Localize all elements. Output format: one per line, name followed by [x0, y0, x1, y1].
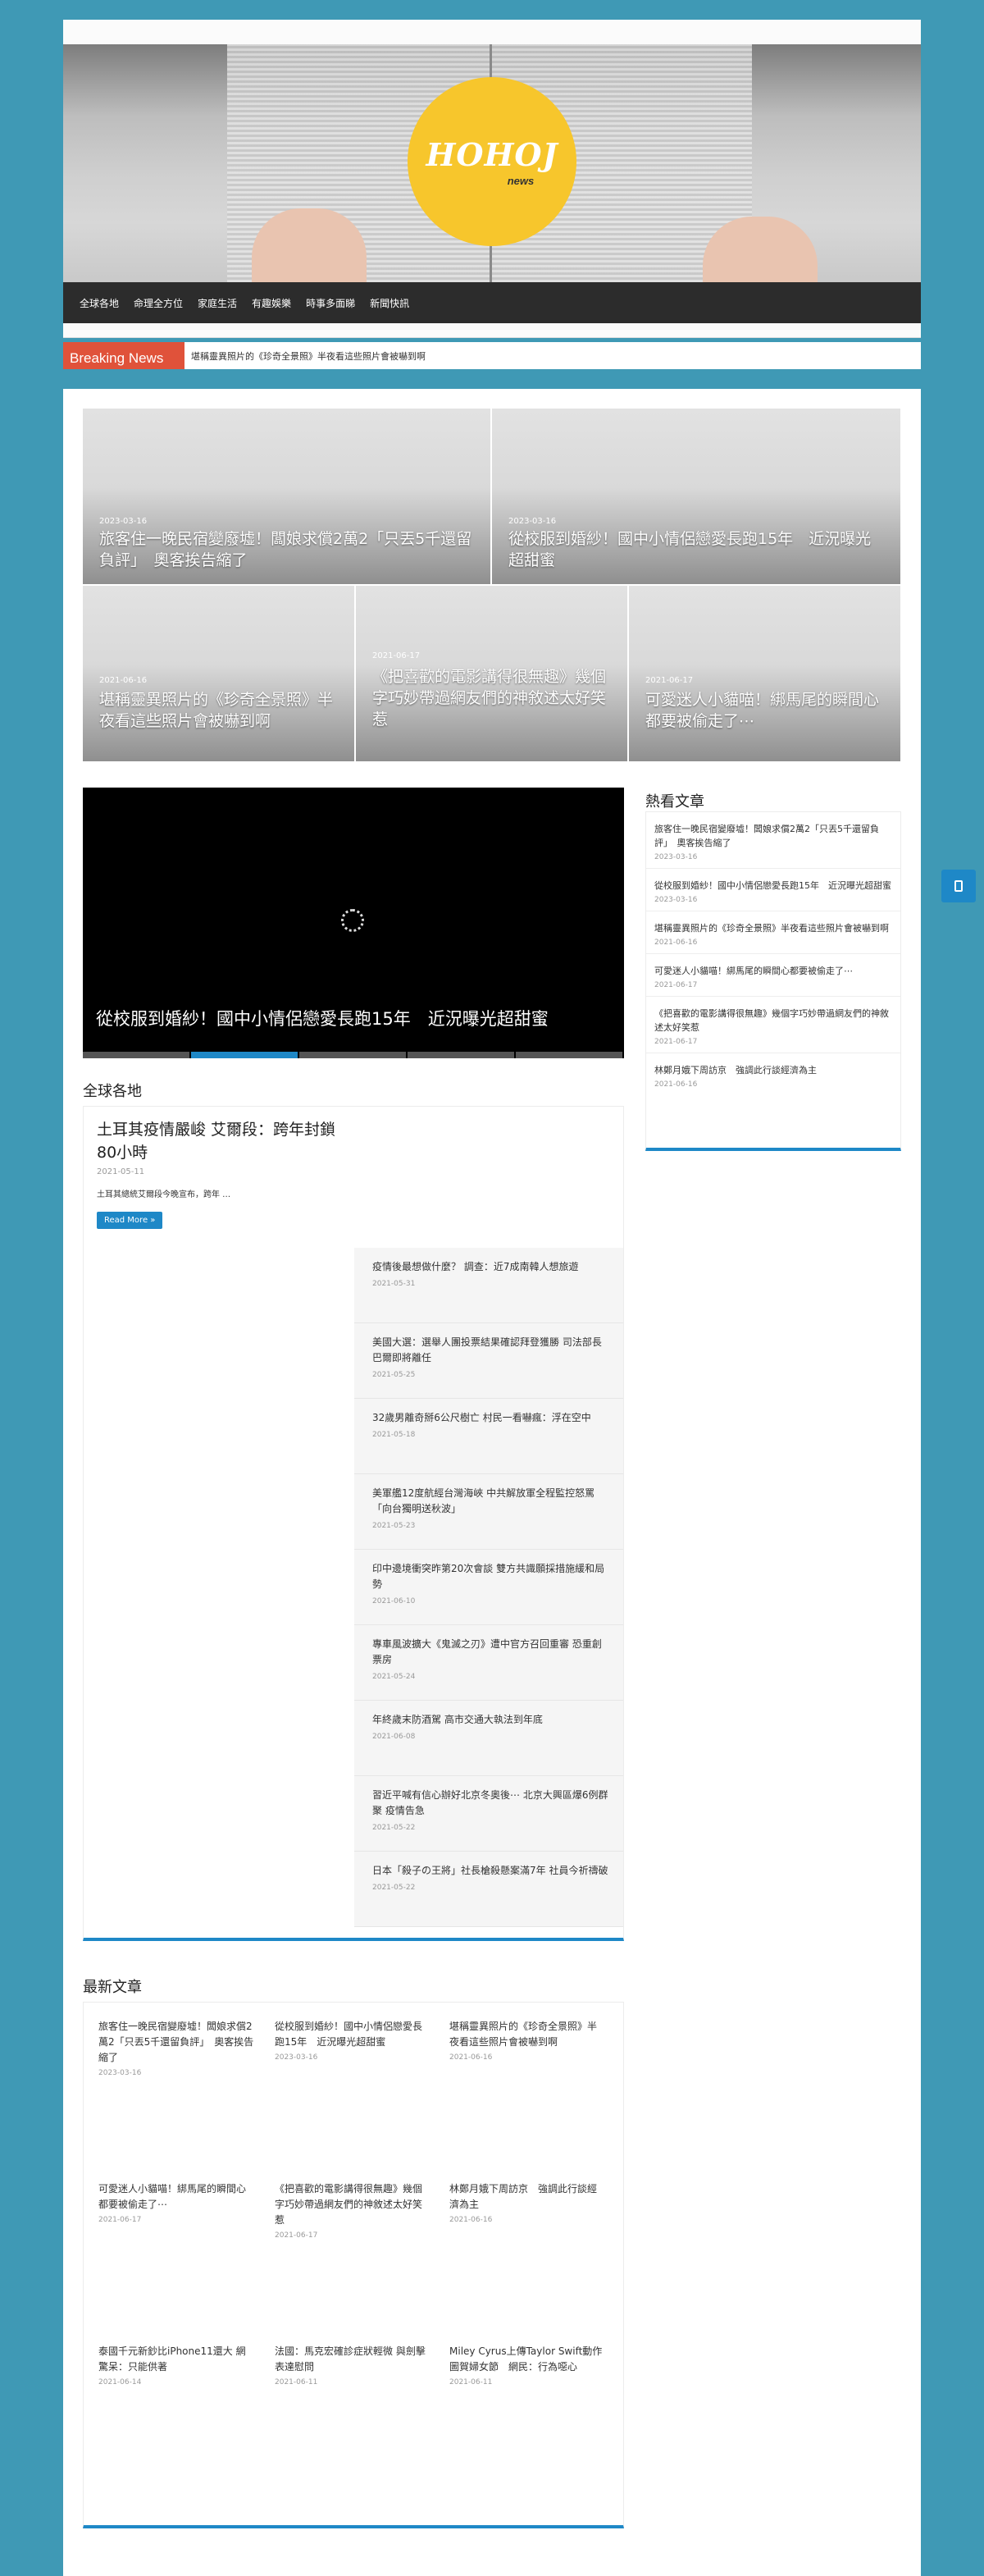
featured-date: 2021-06-17	[645, 676, 694, 685]
featured-date: 2021-06-17	[372, 651, 421, 660]
list-item[interactable]: 從校服到婚紗！國中小情侶戀愛長跑15年 近況曝光超甜蜜 2023-03-16	[275, 2019, 430, 2062]
list-item[interactable]: 美國大選：選舉人團投票結果確認拜登獲勝 司法部長巴爾即將離任 2021-05-25	[354, 1323, 623, 1399]
global-section-heading: 全球各地	[83, 1083, 142, 1100]
list-item[interactable]: 旅客住一晚民宿變廢墟！闆娘求償2萬2「只丟5千還留負評」 奧客挨告縮了 2023-…	[646, 812, 900, 869]
featured-title[interactable]: 堪稱靈異照片的《珍奇全景照》半夜看這些照片會被嚇到啊	[99, 689, 338, 732]
list-item[interactable]: Miley Cyrus上傳Taylor Swift動作圖賀婦女節 網民：行為噁心…	[449, 2344, 605, 2386]
list-item[interactable]: 林鄭月娥下周訪京 強調此行談經濟為主 2021-06-16	[646, 1053, 900, 1095]
list-item[interactable]: 泰國千元新鈔比iPhone11還大 網驚呆：只能供著 2021-06-14	[98, 2344, 254, 2386]
latest-section: 旅客住一晚民宿變廢墟！闆娘求償2萬2「只丟5千還留負評」 奧客挨告縮了 2023-…	[83, 2002, 624, 2528]
logo-subtext: news	[507, 175, 535, 187]
slider-dot[interactable]	[408, 1052, 516, 1058]
header-bottom-strip	[63, 323, 921, 338]
list-item[interactable]: 《把喜歡的電影講得很無趣》幾個字巧妙帶過網友們的神敘述太好笑惹 2021-06-1…	[275, 2181, 430, 2240]
list-item[interactable]: 可愛迷人小貓喵！綁馬尾的瞬間心都要被偷走了⋯ 2021-06-17	[646, 954, 900, 997]
lead-article-date: 2021-05-11	[97, 1167, 145, 1176]
header-banner: HOHOJ news	[63, 44, 921, 282]
list-item[interactable]: 美軍艦12度航經台灣海峽 中共解放軍全程監控怒罵「向台獨明送秋波」 2021-05…	[354, 1474, 623, 1550]
slider-pagination	[83, 1052, 624, 1058]
list-item[interactable]: 可愛迷人小貓喵！綁馬尾的瞬間心都要被偷走了⋯ 2021-06-17	[98, 2181, 254, 2224]
list-item[interactable]: 林鄭月娥下周訪京 強調此行談經濟為主 2021-06-16	[449, 2181, 605, 2224]
list-item[interactable]: 年終歲末防酒駕 高市交通大執法到年底 2021-06-08	[354, 1701, 623, 1776]
lead-article-title[interactable]: 土耳其疫情嚴峻 艾爾段：跨年封鎖80小時	[97, 1118, 343, 1164]
nav-item-entertainment[interactable]: 有趣娛樂	[252, 296, 291, 310]
list-item[interactable]: 堪稱靈異照片的《珍奇全景照》半夜看這些照片會被嚇到啊 2021-06-16	[449, 2019, 605, 2062]
list-item[interactable]: 疫情後最想做什麼？ 調查：近7成南韓人想旅遊 2021-05-31	[354, 1248, 623, 1323]
global-section: 土耳其疫情嚴峻 艾爾段：跨年封鎖80小時 2021-05-11 土耳其總統艾爾段…	[83, 1106, 624, 1941]
list-item[interactable]: 印中邊境衝突昨第20次會談 雙方共識願採措施緩和局勢 2021-06-10	[354, 1550, 623, 1625]
list-item[interactable]: 旅客住一晚民宿變廢墟！闆娘求償2萬2「只丟5千還留負評」 奧客挨告縮了 2023-…	[98, 2019, 254, 2077]
nav-item-global[interactable]: 全球各地	[80, 296, 119, 310]
main-content: 2023-03-16 旅客住一晚民宿變廢墟！闆娘求償2萬2「只丟5千還留負評」 …	[63, 389, 921, 2576]
header-top-strip	[63, 20, 921, 44]
list-item[interactable]: 32歲男離奇掰6公尺樹亡 村民一看嚇瘋：浮在空中 2021-05-18	[354, 1399, 623, 1474]
breaking-news-link[interactable]: 堪稱靈異照片的《珍奇全景照》半夜看這些照片會被嚇到啊	[191, 349, 426, 363]
breaking-news-ticker: Breaking News 堪稱靈異照片的《珍奇全景照》半夜看這些照片會被嚇到啊	[63, 342, 921, 369]
featured-date: 2021-06-16	[99, 676, 148, 685]
featured-title[interactable]: 《把喜歡的電影講得很無趣》幾個字巧妙帶過網友們的神敘述太好笑惹	[372, 666, 611, 730]
list-item[interactable]: 日本「殺子の王將」社長槍殺懸案滿7年 社員今祈禱破 2021-05-22	[354, 1852, 623, 1927]
featured-title[interactable]: 從校服到婚紗！國中小情侶戀愛長跑15年 近況曝光超甜蜜	[508, 528, 884, 571]
list-item[interactable]: 從校服到婚紗！國中小情侶戀愛長跑15年 近況曝光超甜蜜 2023-03-16	[646, 869, 900, 911]
featured-tile[interactable]: 2023-03-16 旅客住一晚民宿變廢墟！闆娘求償2萬2「只丟5千還留負評」 …	[83, 409, 490, 584]
nav-item-news[interactable]: 新聞快訊	[370, 296, 409, 310]
nav-item-fortune[interactable]: 命理全方位	[134, 296, 183, 310]
slider-dot[interactable]	[516, 1052, 624, 1058]
nav-item-current-affairs[interactable]: 時事多面睇	[306, 296, 355, 310]
read-more-button[interactable]: Read More »	[97, 1212, 163, 1229]
list-item[interactable]: 習近平喊有信心辦好北京冬奧後⋯ 北京大興區爆6例群聚 疫情告急 2021-05-2…	[354, 1776, 623, 1852]
latest-section-heading: 最新文章	[83, 1979, 142, 1996]
featured-tile[interactable]: 2021-06-16 堪稱靈異照片的《珍奇全景照》半夜看這些照片會被嚇到啊	[83, 586, 354, 761]
breaking-news-label: Breaking News	[63, 342, 184, 369]
list-item[interactable]: 法國：馬克宏確診症狀輕微 與劍擊表達慰問 2021-06-11	[275, 2344, 430, 2386]
document-icon	[954, 880, 963, 892]
slider-title[interactable]: 從校服到婚紗！國中小情侶戀愛長跑15年 近況曝光超甜蜜	[96, 1006, 549, 1030]
hot-articles-heading: 熱看文章	[645, 793, 704, 811]
featured-title[interactable]: 可愛迷人小貓喵！綁馬尾的瞬間心都要被偷走了⋯	[645, 689, 884, 732]
list-item[interactable]: 專車風波擴大《鬼滅之刃》遭中官方召回重審 恐重創票房 2021-05-24	[354, 1625, 623, 1701]
featured-date: 2023-03-16	[508, 517, 557, 526]
slider-dot[interactable]	[299, 1052, 408, 1058]
featured-tile[interactable]: 2021-06-17 可愛迷人小貓喵！綁馬尾的瞬間心都要被偷走了⋯	[629, 586, 900, 761]
floating-share-button[interactable]	[941, 870, 976, 902]
featured-tile[interactable]: 2021-06-17 《把喜歡的電影講得很無趣》幾個字巧妙帶過網友們的神敘述太好…	[356, 586, 627, 761]
left-hand-image	[252, 208, 367, 282]
featured-title[interactable]: 旅客住一晚民宿變廢墟！闆娘求償2萬2「只丟5千還留負評」 奧客挨告縮了	[99, 528, 474, 571]
loading-spinner-icon	[341, 909, 364, 932]
global-article-list: 疫情後最想做什麼？ 調查：近7成南韓人想旅遊 2021-05-31 美國大選：選舉…	[354, 1248, 623, 1927]
list-item[interactable]: 堪稱靈異照片的《珍奇全景照》半夜看這些照片會被嚇到啊 2021-06-16	[646, 911, 900, 954]
featured-tile[interactable]: 2023-03-16 從校服到婚紗！國中小情侶戀愛長跑15年 近況曝光超甜蜜	[492, 409, 900, 584]
logo-text: HOHOJ	[426, 136, 558, 173]
featured-date: 2023-03-16	[99, 517, 148, 526]
site-logo[interactable]: HOHOJ news	[408, 77, 576, 246]
slider-dot-active[interactable]	[191, 1052, 299, 1058]
lead-article-excerpt: 土耳其總統艾爾段今晚宣布，跨年 …	[97, 1190, 231, 1199]
slider-dot[interactable]	[83, 1052, 191, 1058]
featured-slider[interactable]: 從校服到婚紗！國中小情侶戀愛長跑15年 近況曝光超甜蜜	[83, 788, 624, 1058]
hot-articles-list: 旅客住一晚民宿變廢墟！闆娘求償2萬2「只丟5千還留負評」 奧客挨告縮了 2023-…	[645, 811, 901, 1151]
nav-item-family[interactable]: 家庭生活	[198, 296, 237, 310]
main-nav: 全球各地 命理全方位 家庭生活 有趣娛樂 時事多面睇 新聞快訊	[63, 282, 921, 323]
list-item[interactable]: 《把喜歡的電影講得很無趣》幾個字巧妙帶過網友們的神敘述太好笑惹 2021-06-1…	[646, 997, 900, 1053]
